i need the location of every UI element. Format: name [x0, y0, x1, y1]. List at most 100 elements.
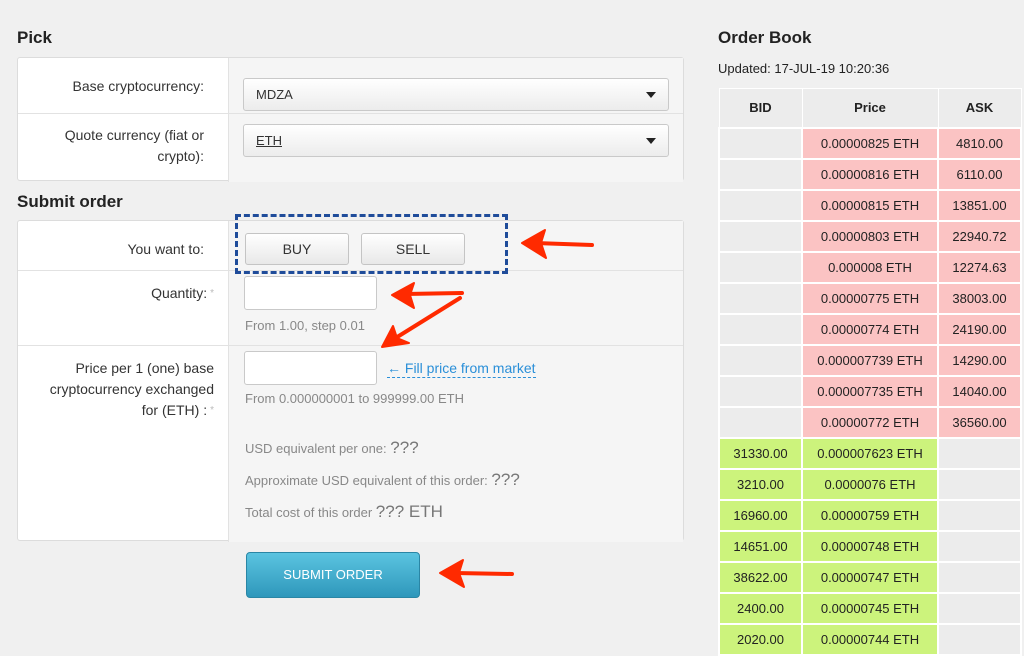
quantity-input[interactable]: [244, 276, 377, 310]
price-cell: 0.00000825 ETH: [801, 126, 939, 160]
bid-cell: [718, 343, 803, 377]
arrow-icon: [453, 571, 514, 576]
ask-row: 0.00000803 ETH 22940.72: [718, 219, 1022, 253]
price-input[interactable]: [244, 351, 377, 385]
bid-row: 2400.00 0.00000745 ETH: [718, 591, 1022, 625]
bid-row: 16960.00 0.00000759 ETH: [718, 498, 1022, 532]
ask-cell: 24190.00: [937, 312, 1022, 346]
price-cell: 0.000007623 ETH: [801, 436, 939, 470]
price-cell: 0.0000076 ETH: [801, 467, 939, 501]
price-cell: 0.00000815 ETH: [801, 188, 939, 222]
usd-per-one: USD equivalent per one: ???: [245, 438, 419, 458]
order-book-table: BID Price ASK 0.00000825 ETH 4810.00 0.000…: [718, 88, 1022, 656]
ask-row: 0.000007735 ETH 14040.00: [718, 374, 1022, 408]
ask-cell: 36560.00: [937, 405, 1022, 439]
bid-cell: [718, 188, 803, 222]
bid-row: 38622.00 0.00000747 ETH: [718, 560, 1022, 594]
ask-cell: 38003.00: [937, 281, 1022, 315]
bid-cell: [718, 312, 803, 346]
ask-cell: 22940.72: [937, 219, 1022, 253]
order-book-updated: Updated: 17-JUL-19 10:20:36: [718, 61, 890, 76]
bid-cell: [718, 250, 803, 284]
ask-row: 0.00000772 ETH 36560.00: [718, 405, 1022, 439]
pick-title: Pick: [17, 28, 52, 47]
bid-cell: [718, 405, 803, 439]
ask-row: 0.00000775 ETH 38003.00: [718, 281, 1022, 315]
price-cell: 0.000008 ETH: [801, 250, 939, 284]
price-cell: 0.00000748 ETH: [801, 529, 939, 563]
ask-cell: 4810.00: [937, 126, 1022, 160]
price-cell: 0.00000803 ETH: [801, 219, 939, 253]
price-cell: 0.00000816 ETH: [801, 157, 939, 191]
bid-cell: 31330.00: [718, 436, 803, 470]
bid-cell: 38622.00: [718, 560, 803, 594]
bid-cell: [718, 281, 803, 315]
bid-cell: 2020.00: [718, 622, 803, 656]
ask-cell: [937, 529, 1022, 563]
ask-row: 0.000007739 ETH 14290.00: [718, 343, 1022, 377]
price-cell: 0.00000747 ETH: [801, 560, 939, 594]
bid-cell: [718, 374, 803, 408]
ask-cell: [937, 498, 1022, 532]
quantity-hint: From 1.00, step 0.01: [245, 318, 365, 333]
bid-row: 31330.00 0.000007623 ETH: [718, 436, 1022, 470]
usd-order-label: Approximate USD equivalent of this order…: [245, 473, 488, 488]
total-cost-value: ??? ETH: [375, 502, 443, 521]
ask-cell: [937, 467, 1022, 501]
submit-order-button[interactable]: SUBMIT ORDER: [246, 552, 420, 598]
ask-cell: 14040.00: [937, 374, 1022, 408]
price-cell: 0.000007739 ETH: [801, 343, 939, 377]
submit-order-title: Submit order: [17, 192, 123, 211]
ask-row: 0.00000825 ETH 4810.00: [718, 126, 1022, 160]
ask-cell: [937, 622, 1022, 656]
bid-cell: 3210.00: [718, 467, 803, 501]
bid-row: 14651.00 0.00000748 ETH: [718, 529, 1022, 563]
order-book-title: Order Book: [718, 28, 812, 47]
base-currency-label: Base cryptocurrency:: [72, 78, 205, 94]
price-cell: 0.00000775 ETH: [801, 281, 939, 315]
required-mark: *: [210, 405, 214, 416]
bid-cell: [718, 219, 803, 253]
price-cell: 0.00000745 ETH: [801, 591, 939, 625]
total-cost: Total cost of this order ??? ETH: [245, 502, 443, 522]
bid-cell: [718, 126, 803, 160]
ask-row: 0.000008 ETH 12274.63: [718, 250, 1022, 284]
bid-cell: 16960.00: [718, 498, 803, 532]
caret-down-icon: [646, 138, 656, 144]
quote-currency-value: ETH: [256, 133, 282, 148]
total-cost-label: Total cost of this order: [245, 505, 373, 520]
ask-cell: 13851.00: [937, 188, 1022, 222]
usd-order-equivalent: Approximate USD equivalent of this order…: [245, 470, 520, 490]
required-mark: *: [210, 288, 214, 299]
want-label: You want to:: [127, 241, 204, 257]
ask-row: 0.00000774 ETH 24190.00: [718, 312, 1022, 346]
header-ask: ASK: [937, 88, 1022, 128]
price-cell: 0.00000744 ETH: [801, 622, 939, 656]
bid-row: 3210.00 0.0000076 ETH: [718, 467, 1022, 501]
quantity-label-wrap: Quantity: *: [18, 283, 214, 304]
price-cell: 0.000007735 ETH: [801, 374, 939, 408]
ask-cell: [937, 591, 1022, 625]
ask-cell: [937, 560, 1022, 594]
bid-cell: 2400.00: [718, 591, 803, 625]
price-label: Price per 1 (one) base cryptocurrency ex…: [49, 360, 214, 418]
base-currency-value: MDZA: [256, 87, 293, 102]
fill-price-link[interactable]: ← Fill price from market: [387, 360, 536, 378]
usd-per-one-label: USD equivalent per one:: [245, 441, 387, 456]
price-cell: 0.00000759 ETH: [801, 498, 939, 532]
base-currency-select[interactable]: MDZA: [243, 78, 669, 111]
price-hint: From 0.000000001 to 999999.00 ETH: [245, 391, 464, 406]
ask-cell: 12274.63: [937, 250, 1022, 284]
ask-cell: [937, 436, 1022, 470]
bid-cell: 14651.00: [718, 529, 803, 563]
usd-order-value: ???: [491, 470, 520, 489]
quantity-label: Quantity:: [151, 285, 208, 301]
ask-cell: 6110.00: [937, 157, 1022, 191]
order-book-header-row: BID Price ASK: [718, 88, 1022, 128]
pick-panel: Base cryptocurrency: Quote currency (fia…: [17, 57, 684, 182]
bid-cell: [718, 157, 803, 191]
price-label-wrap: Price per 1 (one) base cryptocurrency ex…: [18, 358, 214, 421]
caret-down-icon: [646, 92, 656, 98]
quote-currency-select[interactable]: ETH: [243, 124, 669, 157]
header-bid: BID: [718, 88, 803, 128]
